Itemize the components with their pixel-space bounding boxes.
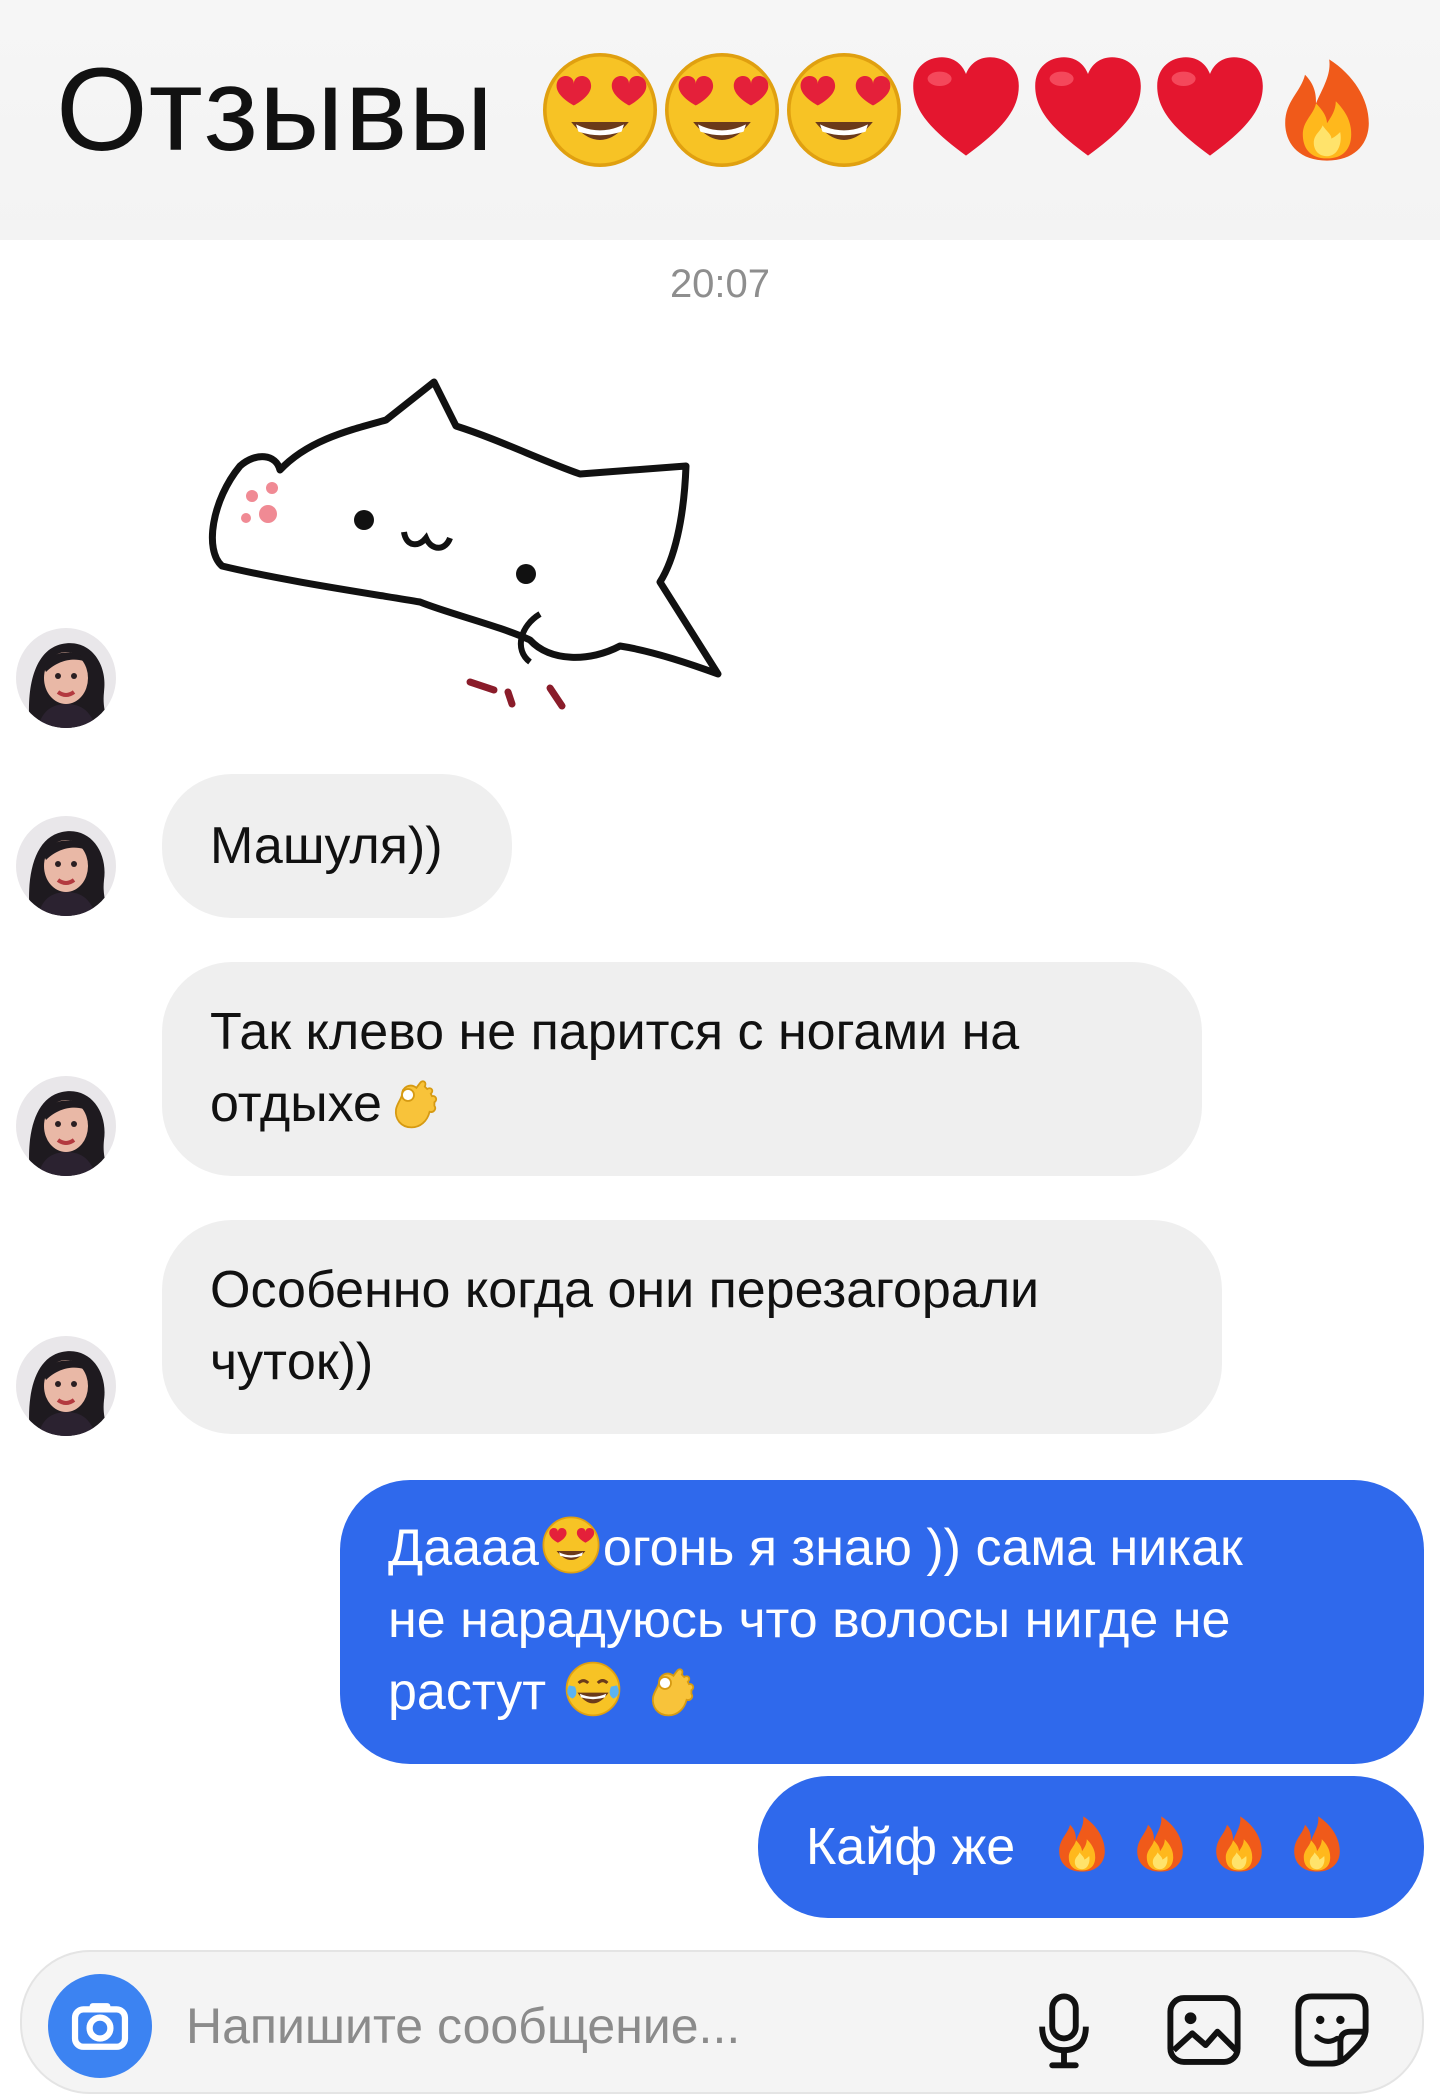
message-text: Машуля)) xyxy=(210,817,443,875)
avatar[interactable] xyxy=(16,1076,116,1176)
message-text: Кайф же xyxy=(806,1818,1016,1876)
outgoing-message[interactable]: Кайф же xyxy=(758,1776,1424,1918)
fire-emoji-icon xyxy=(1287,1814,1347,1874)
microphone-icon[interactable] xyxy=(1022,1988,1106,2072)
message-text: Так клево не парится с ногами на xyxy=(210,1003,1020,1061)
message-text: Даааа xyxy=(388,1519,539,1577)
ok-hand-emoji-icon xyxy=(384,1071,444,1131)
message-text: растут xyxy=(388,1663,547,1721)
ok-hand-emoji-icon xyxy=(641,1659,701,1719)
message-text-line: растут xyxy=(388,1656,1376,1728)
incoming-message[interactable]: Особенно когда они перезагорали чутoк)) xyxy=(162,1220,1222,1434)
heart-eyes-emoji-icon xyxy=(540,50,660,170)
message-composer xyxy=(0,1950,1440,2094)
message-text: не нарадуюсь что волосы нигде не xyxy=(388,1591,1231,1649)
heart-eyes-emoji-icon xyxy=(784,50,904,170)
avatar[interactable] xyxy=(16,628,116,728)
message-input[interactable] xyxy=(184,1990,968,2062)
message-text-line: Даааа огонь я знаю )) сама никак xyxy=(388,1512,1376,1584)
red-heart-emoji-icon xyxy=(1150,50,1270,170)
message-text: отдыхе xyxy=(210,1075,382,1133)
message-text-line: Кайф же xyxy=(806,1811,1376,1883)
incoming-message[interactable]: Так клево не парится с ногами на отдыхе xyxy=(162,962,1202,1176)
fire-emoji-icon xyxy=(1130,1814,1190,1874)
page-title: Отзывы xyxy=(56,44,495,176)
message-text: Особенно когда они перезагорали xyxy=(210,1261,1040,1319)
avatar[interactable] xyxy=(16,816,116,916)
page-header: Отзывы xyxy=(0,0,1440,240)
message-text-line: отдыхе xyxy=(210,1068,1154,1140)
message-timestamp: 20:07 xyxy=(669,262,771,306)
composer-field[interactable] xyxy=(20,1950,1424,2094)
fire-emoji-icon xyxy=(1209,1814,1269,1874)
fire-emoji-icon xyxy=(1272,50,1382,170)
camera-icon xyxy=(71,2003,129,2050)
sticker-icon[interactable] xyxy=(1290,1988,1374,2072)
incoming-message[interactable]: Машуля)) xyxy=(162,774,512,918)
fire-emoji-icon xyxy=(1052,1814,1112,1874)
cat-sticker-icon[interactable] xyxy=(200,370,740,730)
message-text: чутoк)) xyxy=(210,1333,374,1391)
message-text: огонь я знаю )) сама никак xyxy=(602,1519,1243,1577)
red-heart-emoji-icon xyxy=(906,50,1026,170)
avatar[interactable] xyxy=(16,1336,116,1436)
image-icon[interactable] xyxy=(1162,1988,1246,2072)
heart-eyes-emoji-icon xyxy=(541,1515,601,1575)
outgoing-message[interactable]: Даааа огонь я знаю )) сама никак не нарад… xyxy=(340,1480,1424,1764)
heart-eyes-emoji-icon xyxy=(662,50,782,170)
camera-button[interactable] xyxy=(48,1974,152,2078)
red-heart-emoji-icon xyxy=(1028,50,1148,170)
tears-of-joy-emoji-icon xyxy=(563,1659,623,1719)
